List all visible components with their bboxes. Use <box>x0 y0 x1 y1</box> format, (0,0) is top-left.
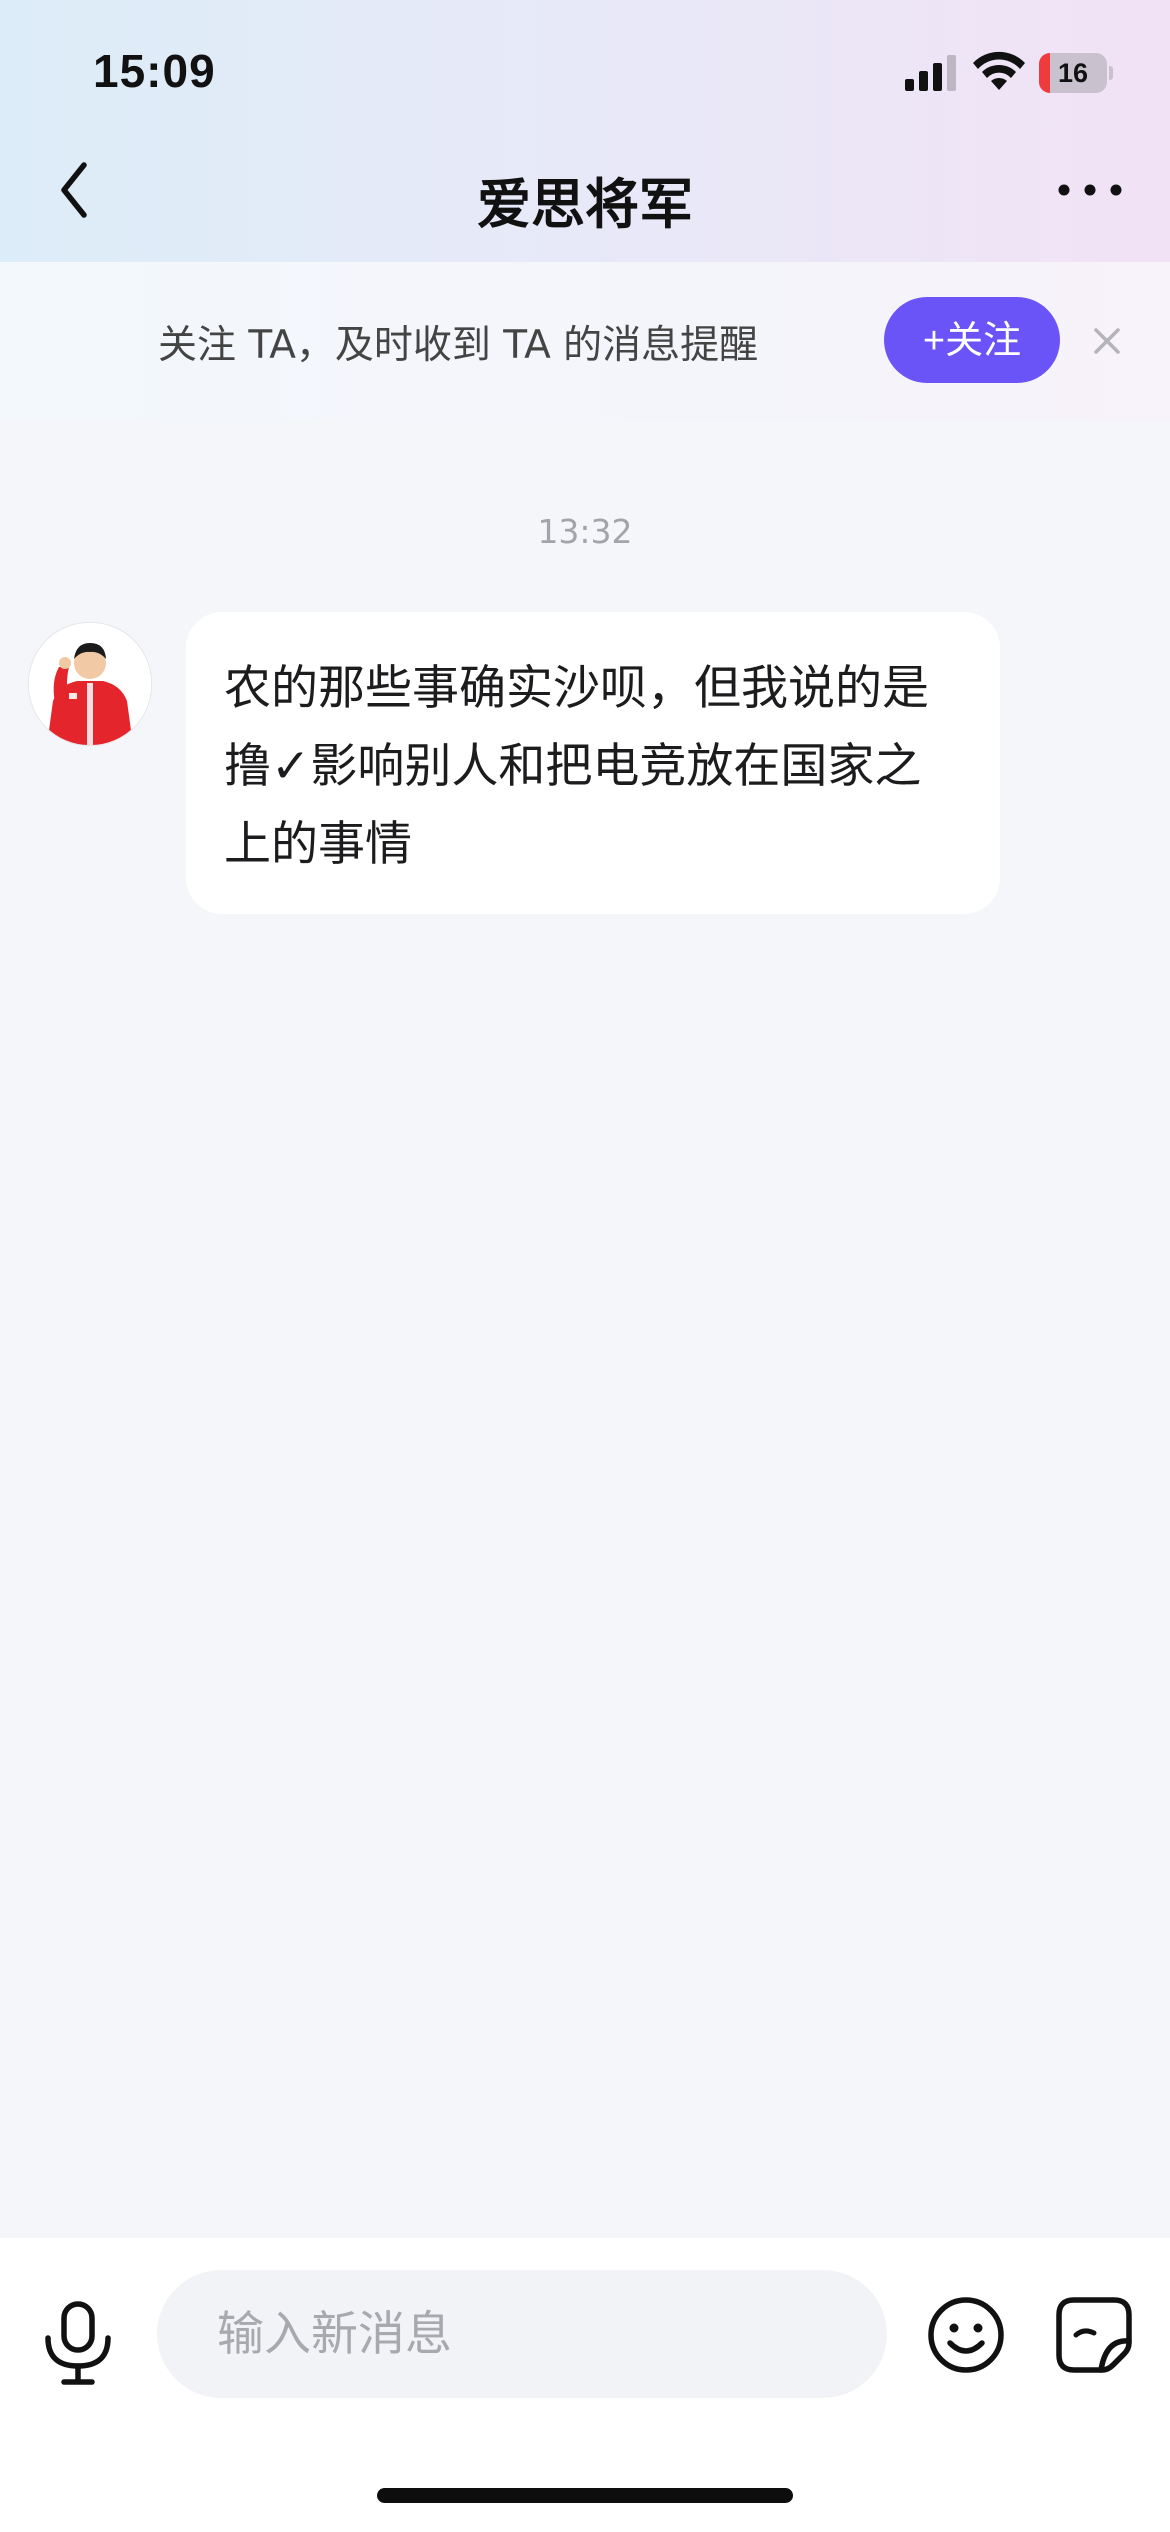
message-bubble[interactable]: 农的那些事确实沙呗，但我说的是撸✓影响别人和把电竞放在国家之上的事情 <box>186 612 1000 914</box>
follow-banner: 关注 TA，及时收到 TA 的消息提醒 +关注 <box>0 262 1170 420</box>
status-time: 15:09 <box>93 45 216 97</box>
battery-indicator: 16 <box>1039 53 1113 93</box>
avatar-image <box>29 623 151 745</box>
follow-button[interactable]: +关注 <box>884 297 1060 383</box>
battery-level: 16 <box>1057 58 1089 88</box>
message-timestamp: 13:32 <box>537 512 633 551</box>
wifi-icon <box>973 51 1025 90</box>
battery-cap <box>1109 66 1113 80</box>
more-dots-icon[interactable] <box>1055 175 1125 205</box>
close-icon[interactable] <box>1090 324 1124 358</box>
cellular-signal-icon <box>905 55 956 91</box>
sticker-icon[interactable] <box>1054 2295 1134 2375</box>
emoji-icon[interactable] <box>926 2295 1006 2375</box>
page-title: 爱思将军 <box>477 173 693 236</box>
follow-prompt-text: 关注 TA，及时收到 TA 的消息提醒 <box>158 323 759 368</box>
message-text: 农的那些事确实沙呗，但我说的是撸✓影响别人和把电竞放在国家之上的事情 <box>224 661 929 872</box>
home-indicator <box>377 2488 793 2503</box>
microphone-icon[interactable] <box>40 2300 116 2386</box>
message-input[interactable] <box>157 2270 887 2398</box>
status-bar: 15:09 16 <box>0 0 1170 140</box>
avatar[interactable] <box>28 622 152 746</box>
